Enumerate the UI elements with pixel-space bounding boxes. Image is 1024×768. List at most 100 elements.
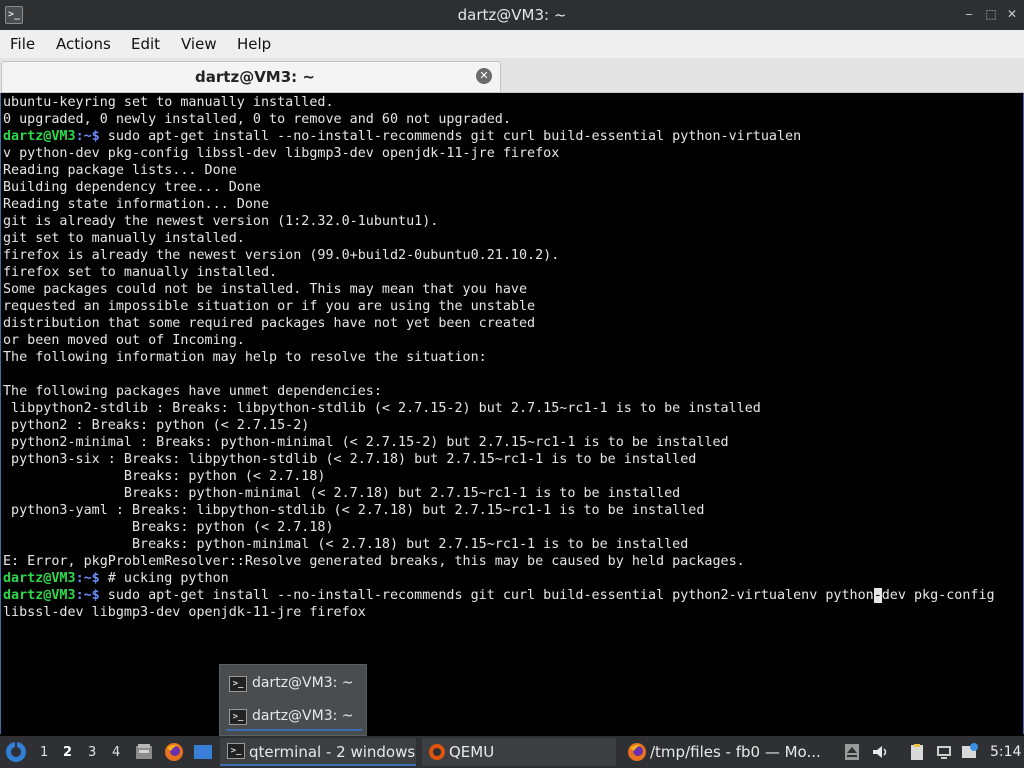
terminal-line: python3-six : Breaks: libpython-stdlib (… xyxy=(3,451,995,468)
terminal-line: Breaks: python-minimal (< 2.7.18) but 2.… xyxy=(3,485,995,502)
task-qterminal[interactable]: >_ qterminal - 2 windows xyxy=(220,738,416,766)
task-label: /tmp/files - fb0 — Mo... xyxy=(650,743,821,761)
window-title: dartz@VM3: ~ xyxy=(457,6,567,24)
terminal-line: firefox set to manually installed. xyxy=(3,264,995,281)
eject-icon[interactable] xyxy=(843,743,861,761)
terminal-line: 0 upgraded, 0 newly installed, 0 to remo… xyxy=(3,111,995,128)
line-text: git is already the newest version (1:2.3… xyxy=(3,214,439,229)
firefox-icon xyxy=(628,743,646,761)
task-qemu[interactable]: QEMU xyxy=(422,738,616,766)
notification-icon[interactable] xyxy=(960,743,978,761)
text-cursor: - xyxy=(873,588,882,603)
popup-window-item[interactable]: >_ dartz@VM3: ~ xyxy=(226,670,362,698)
terminal-line: git is already the newest version (1:2.3… xyxy=(3,213,995,230)
window-list-popup: >_ dartz@VM3: ~ >_ dartz@VM3: ~ xyxy=(219,664,367,736)
terminal-line: Reading package lists... Done xyxy=(3,162,995,179)
prompt-path: :~$ xyxy=(75,588,100,603)
terminal-line: firefox is already the newest version (9… xyxy=(3,247,995,264)
prompt-user: dartz@VM3 xyxy=(3,571,76,586)
line-text: Breaks: python (< 2.7.18) xyxy=(3,520,334,535)
line-text-after-cursor: dev pkg-config xyxy=(881,588,995,603)
terminal-icon: >_ xyxy=(229,676,247,692)
terminal-line: The following information may help to re… xyxy=(3,349,995,366)
menu-help[interactable]: Help xyxy=(237,35,271,53)
line-text: E: Error, pkgProblemResolver::Resolve ge… xyxy=(3,554,745,569)
terminal-line: dartz@VM3:~$ sudo apt-get install --no-i… xyxy=(3,128,995,145)
window-titlebar: >_ dartz@VM3: ~ ‒ ⬚ ✕ xyxy=(0,0,1024,30)
line-text: firefox set to manually installed. xyxy=(3,265,278,280)
tab-title: dartz@VM3: ~ xyxy=(195,68,315,86)
terminal-line: Some packages could not be installed. Th… xyxy=(3,281,995,298)
line-text: Breaks: python (< 2.7.18) xyxy=(3,469,326,484)
terminal-lines: ubuntu-keyring set to manually installed… xyxy=(3,94,995,621)
tab-close-icon[interactable]: ✕ xyxy=(476,68,492,84)
terminal-line: dartz@VM3:~$ sudo apt-get install --no-i… xyxy=(3,587,995,604)
clipboard-icon[interactable] xyxy=(908,743,926,761)
taskbar: 1 2 3 4 >_ qterminal - 2 windows QEMU /t… xyxy=(0,736,1024,768)
menu-view[interactable]: View xyxy=(181,35,217,53)
line-text: v python-dev pkg-config libssl-dev libgm… xyxy=(3,146,560,161)
terminal-icon: >_ xyxy=(229,709,247,725)
popup-window-item[interactable]: >_ dartz@VM3: ~ xyxy=(226,703,362,731)
show-desktop-icon[interactable] xyxy=(193,743,213,761)
line-text: ubuntu-keyring set to manually installed… xyxy=(3,95,334,110)
terminal-line: python2 : Breaks: python (< 2.7.15-2) xyxy=(3,417,995,434)
task-label: QEMU xyxy=(449,743,495,761)
prompt-path: :~$ xyxy=(75,571,100,586)
file-manager-icon[interactable] xyxy=(134,742,154,762)
line-text: Reading state information... Done xyxy=(3,197,270,212)
line-text: git set to manually installed. xyxy=(3,231,245,246)
line-text: or been moved out of Incoming. xyxy=(3,333,245,348)
minimize-icon[interactable]: ‒ xyxy=(962,6,976,22)
network-icon[interactable] xyxy=(935,743,953,761)
prompt-path: :~$ xyxy=(75,129,100,144)
terminal-line: Reading state information... Done xyxy=(3,196,995,213)
tab-bar: dartz@VM3: ~ ✕ xyxy=(0,58,1024,93)
line-text: python3-six : Breaks: libpython-stdlib (… xyxy=(3,452,697,467)
line-text: The following information may help to re… xyxy=(3,350,487,365)
menu-edit[interactable]: Edit xyxy=(131,35,160,53)
menu-actions[interactable]: Actions xyxy=(56,35,111,53)
desktop-4[interactable]: 4 xyxy=(112,745,120,760)
line-text: sudo apt-get install --no-install-recomm… xyxy=(99,588,874,603)
terminal-line: Breaks: python-minimal (< 2.7.18) but 2.… xyxy=(3,536,995,553)
terminal-line: libssl-dev libgmp3-dev openjdk-11-jre fi… xyxy=(3,604,995,621)
task-firefox[interactable]: /tmp/files - fb0 — Mo... xyxy=(622,738,826,766)
line-text: Some packages could not be installed. Th… xyxy=(3,282,528,297)
terminal-line: or been moved out of Incoming. xyxy=(3,332,995,349)
firefox-icon[interactable] xyxy=(164,742,184,762)
menu-file[interactable]: File xyxy=(10,35,35,53)
line-text: python3-yaml : Breaks: libpython-stdlib … xyxy=(3,503,705,518)
volume-icon[interactable] xyxy=(871,743,889,761)
desktop-1[interactable]: 1 xyxy=(40,745,48,760)
line-text: python2 : Breaks: python (< 2.7.15-2) xyxy=(3,418,310,433)
prompt-user: dartz@VM3 xyxy=(3,129,76,144)
popup-window-label: dartz@VM3: ~ xyxy=(252,708,354,724)
terminal-line: distribution that some required packages… xyxy=(3,315,995,332)
terminal-line: python2-minimal : Breaks: python-minimal… xyxy=(3,434,995,451)
maximize-icon[interactable]: ⬚ xyxy=(984,6,998,22)
prompt-user: dartz@VM3 xyxy=(3,588,76,603)
start-menu-icon[interactable] xyxy=(5,741,27,763)
terminal-icon: >_ xyxy=(227,743,245,759)
desktop-2[interactable]: 2 xyxy=(63,745,72,760)
close-icon[interactable]: ✕ xyxy=(1005,6,1019,22)
terminal-line: Breaks: python (< 2.7.18) xyxy=(3,468,995,485)
terminal-line: The following packages have unmet depend… xyxy=(3,383,995,400)
desktop-3[interactable]: 3 xyxy=(88,745,96,760)
terminal-line: git set to manually installed. xyxy=(3,230,995,247)
terminal-tab[interactable]: dartz@VM3: ~ ✕ xyxy=(1,61,501,92)
terminal-line: E: Error, pkgProblemResolver::Resolve ge… xyxy=(3,553,995,570)
terminal-output[interactable]: ubuntu-keyring set to manually installed… xyxy=(0,93,1024,734)
menu-bar: File Actions Edit View Help xyxy=(0,30,1024,58)
clock[interactable]: 5:14 xyxy=(990,744,1021,760)
line-text: libpython2-stdlib : Breaks: libpython-st… xyxy=(3,401,761,416)
line-text: Reading package lists... Done xyxy=(3,163,237,178)
line-text: firefox is already the newest version (9… xyxy=(3,248,560,263)
popup-window-label: dartz@VM3: ~ xyxy=(252,675,354,691)
terminal-line: dartz@VM3:~$ # ucking python xyxy=(3,570,995,587)
line-text: The following packages have unmet depend… xyxy=(3,384,382,399)
terminal-line: Building dependency tree... Done xyxy=(3,179,995,196)
line-text: libssl-dev libgmp3-dev openjdk-11-jre fi… xyxy=(3,605,366,620)
